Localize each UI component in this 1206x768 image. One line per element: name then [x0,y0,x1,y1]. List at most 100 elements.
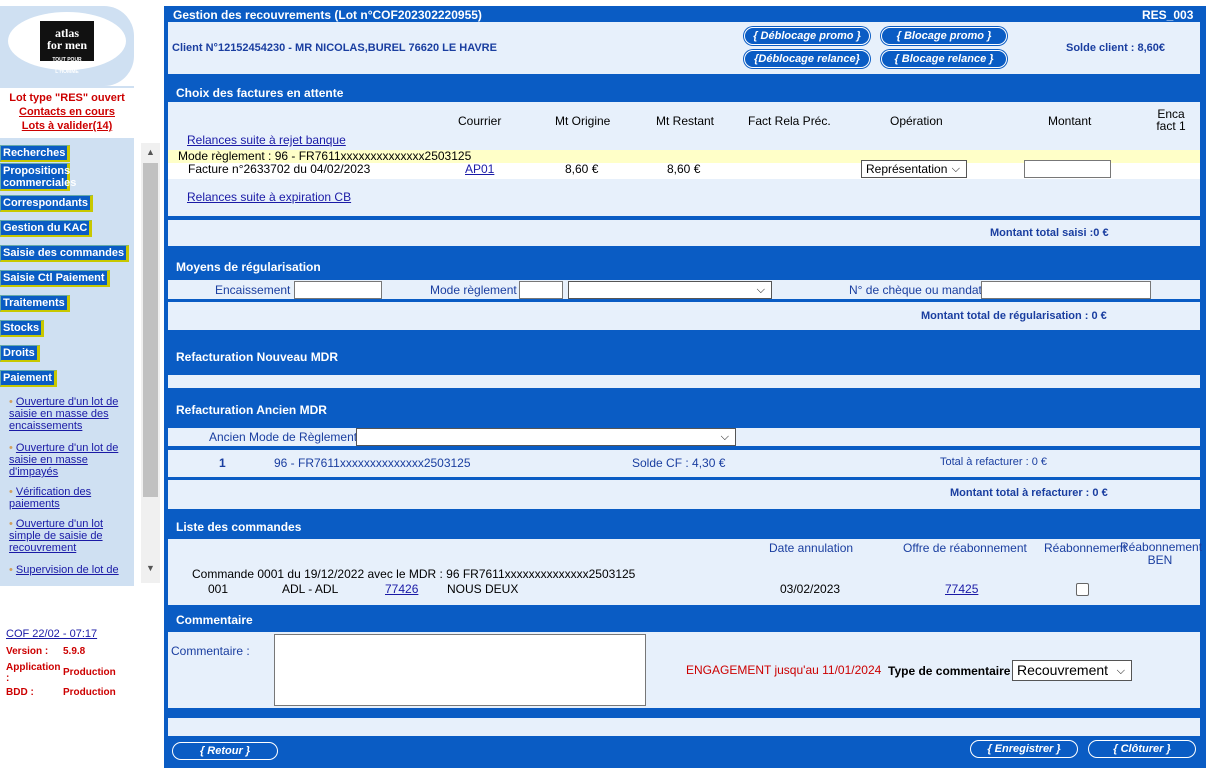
refac-total-panel: Montant total à refacturer : 0 € [168,480,1200,509]
submenu-link[interactable]: Ouverture d'un lot de saisie en masse d'… [9,442,118,478]
encaissement-label: Encaissement : [215,283,298,297]
total-refacturer: Total à refacturer : 0 € [940,456,1047,468]
total-saisi-panel: Montant total saisi :0 € [168,220,1200,246]
relances-rejet-link[interactable]: Relances suite à rejet banque [187,133,346,147]
encaissement-input[interactable] [294,281,382,299]
section-title-regularisation: Moyens de régularisation [176,260,321,274]
submenu-item[interactable]: • Ouverture d'un lot simple de saisie de… [9,518,127,554]
scroll-up-icon[interactable]: ▲ [146,147,155,157]
section-title-commandes: Liste des commandes [176,520,302,534]
solde-client: Solde client : 8,60€ [1066,42,1166,54]
submenu-item[interactable]: • Vérification des paiements [9,486,127,510]
sidebar-scrollbar[interactable]: ▲ ▼ [141,143,160,583]
type-commentaire-select[interactable]: Recouvrement ⌵ [1012,660,1132,681]
chevron-down-icon: ⌵ [720,431,729,443]
col-mt-origine: Mt Origine [555,114,611,128]
ancien-mdr-select[interactable]: ⌵ [356,428,736,446]
blocage-promo-button[interactable]: { Blocage promo } [881,27,1007,45]
commandes-panel: Date annulation Offre de réabonnement Ré… [168,539,1203,605]
screen-code: RES_003 [1142,8,1194,22]
deblocage-relance-button[interactable]: {Déblocage relance} [744,50,870,68]
row-adl: ADL - ADL [282,582,339,596]
submenu-link[interactable]: Ouverture d'un lot simple de saisie de r… [9,518,103,554]
menu-recherches[interactable]: Recherches [0,145,71,162]
scroll-thumb[interactable] [143,163,158,497]
col-courrier: Courrier [458,114,502,128]
submenu-link[interactable]: Supervision de lot de [16,564,119,576]
col-montant: Montant [1048,114,1092,128]
chevron-down-icon: ⌵ [951,163,960,175]
menu-propositions[interactable]: Propositions commerciales [0,163,76,191]
submenu-item[interactable]: • Ouverture d'un lot de saisie en masse … [9,396,127,432]
operation-select[interactable]: Représentation ⌵ [861,160,967,178]
refac-mdr: 96 - FR7611xxxxxxxxxxxxxx2503125 [274,456,471,470]
refac-num: 1 [219,456,226,470]
cloturer-button[interactable]: { Clôturer } [1088,740,1196,758]
cof-link[interactable]: COF 22/02 - 07:17 [6,628,97,640]
main-panel: Gestion des recouvrements (Lot n°COF2023… [164,6,1206,768]
col-enca-fact: Enca fact 1 [1156,107,1186,133]
version-label: Version : [6,646,49,657]
application-label: Application : [6,662,61,684]
client-info: Client N°12152454230 - MR NICOLAS,BUREL … [172,42,497,54]
cheque-label: N° de chèque ou mandat : [849,283,989,297]
deblocage-promo-button[interactable]: { Déblocage promo } [744,27,870,45]
type-commentaire-label: Type de commentaire : [888,664,1018,678]
mt-origine-value: 8,60 € [565,162,599,176]
section-title-commentaire: Commentaire [176,613,253,627]
col-reab-ben-text: Réabonnement BEN [1120,540,1203,567]
sidebar: atlas for men TOUT POUR L'HOMME Lot type "… [0,0,160,768]
submenu-link[interactable]: Ouverture d'un lot de saisie en masse de… [9,396,118,432]
atlas-logo: atlas for men TOUT POUR L'HOMME [8,12,126,75]
refac-ancien-panel: Ancien Mode de Règlement : ⌵ [168,428,1200,446]
bdd-value: Production [63,687,116,698]
mode-reglement-label: Mode règlement : [430,283,524,297]
commentaire-label: Commentaire : [171,644,250,658]
mode-reglement-select[interactable]: ⌵ [568,281,772,299]
version-value: 5.9.8 [63,646,86,657]
section-title-refac-ancien: Refacturation Ancien MDR [176,403,327,417]
menu-droits[interactable]: Droits [0,345,40,362]
scroll-down-icon[interactable]: ▼ [146,563,155,573]
reabonnement-checkbox[interactable] [1076,583,1089,596]
row-offre-link[interactable]: 77425 [945,582,978,596]
menu-traitements[interactable]: Traitements [0,295,70,312]
commentaire-panel: Commentaire : ENGAGEMENT jusqu'au 11/01/… [168,632,1200,708]
menu-paiement[interactable]: Paiement [0,370,57,387]
regul-panel: Encaissement : Mode règlement : ⌵ N° de … [168,280,1200,299]
logo-text-2: for men [46,38,88,52]
row-code-link[interactable]: 77426 [385,582,418,596]
enregistrer-button[interactable]: { Enregistrer } [970,740,1078,758]
montant-input[interactable] [1024,160,1111,178]
sidebar-menu: Recherches Propositions commerciales Cor… [0,143,134,583]
col-date-annulation: Date annulation [769,541,854,555]
submenu-link[interactable]: Vérification des paiements [9,486,91,510]
total-regularisation: Montant total de régularisation : 0 € [921,310,1107,322]
courrier-link[interactable]: AP01 [465,162,494,176]
cheque-input[interactable] [981,281,1151,299]
bdd-label: BDD : [6,687,34,698]
logo-subtitle: TOUT POUR L'HOMME [52,57,82,75]
contacts-link[interactable]: Contacts en cours [0,105,134,119]
menu-gestion-kac[interactable]: Gestion du KAC [0,220,93,237]
section-title-refac-nouveau: Refacturation Nouveau MDR [176,350,339,364]
menu-correspondants[interactable]: Correspondants [0,195,93,212]
submenu-item[interactable]: • Supervision de lot de [9,564,127,576]
lots-link[interactable]: Lots à valider(14) [0,119,134,133]
mt-restant-value: 8,60 € [667,162,701,176]
mode-reglement-code-input[interactable] [519,281,563,299]
menu-saisie-commandes[interactable]: Saisie des commandes [0,245,130,262]
col-offre-reabonnement: Offre de réabonnement [903,541,1027,555]
chevron-down-icon: ⌵ [1116,665,1125,677]
refac-ancien-row: 1 96 - FR7611xxxxxxxxxxxxxx2503125 Solde… [168,450,1200,477]
commentaire-textarea[interactable] [274,634,646,706]
relances-cb-link[interactable]: Relances suite à expiration CB [187,190,351,204]
section-title-factures: Choix des factures en attente [176,86,344,100]
menu-stocks[interactable]: Stocks [0,320,45,337]
submenu-item[interactable]: • Ouverture d'un lot de saisie en masse … [9,442,127,478]
menu-saisie-ctl[interactable]: Saisie Ctl Paiement [0,270,110,287]
blocage-relance-button[interactable]: { Blocage relance } [881,50,1007,68]
total-saisi: Montant total saisi :0 € [990,227,1109,239]
montant-total-refacturer: Montant total à refacturer : 0 € [950,487,1108,499]
retour-button[interactable]: { Retour } [172,742,278,760]
